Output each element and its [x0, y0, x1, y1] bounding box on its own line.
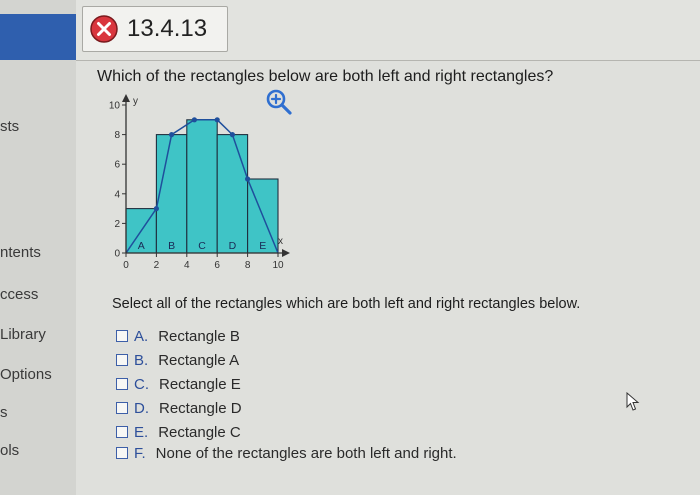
question-id: 13.4.13: [127, 15, 208, 42]
option-label: None of the rectangles are both left and…: [155, 444, 457, 462]
y-tick-label: 2: [114, 219, 120, 230]
sidebar: sts ntents ccess Library Options s ols: [0, 0, 76, 495]
x-tick-label: 0: [123, 260, 129, 271]
option-label: Rectangle A: [158, 351, 240, 369]
y-axis-label: y: [133, 96, 138, 107]
option-label: Rectangle D: [159, 399, 242, 417]
option-letter: C.: [134, 375, 149, 393]
option-d[interactable]: D. Rectangle D: [116, 398, 242, 418]
y-tick-label: 0: [114, 249, 120, 260]
x-tick-label: 2: [154, 260, 160, 271]
rectangle-label: B: [168, 240, 175, 252]
option-letter: A.: [134, 327, 149, 345]
checkbox[interactable]: [116, 330, 128, 342]
sidebar-header-bar: [0, 14, 76, 60]
mouse-cursor-icon: [626, 392, 640, 411]
x-tick-label: 10: [272, 260, 284, 271]
x-axis-label: x: [278, 236, 283, 247]
rectangle-label: D: [229, 240, 237, 252]
curve-point: [245, 176, 251, 182]
option-label: Rectangle B: [158, 327, 240, 345]
y-tick-label: 8: [114, 130, 120, 141]
y-tick-label: 10: [109, 101, 121, 112]
curve-point: [191, 117, 197, 123]
option-f[interactable]: F. None of the rectangles are both left …: [116, 443, 457, 463]
rectangles-chart: y x 0 2 4 6 8 10 0 2 4 6 8 10 A B C D E: [109, 94, 290, 271]
incorrect-icon: [90, 15, 118, 43]
sidebar-item[interactable]: sts: [0, 118, 19, 135]
rectangle-label: A: [138, 240, 145, 252]
rectangle-d: [216, 134, 249, 254]
checkbox[interactable]: [116, 354, 128, 366]
option-letter: D.: [134, 399, 149, 417]
x-tick-label: 8: [245, 260, 251, 271]
option-letter: E.: [134, 423, 149, 441]
sidebar-item[interactable]: ccess: [0, 286, 38, 303]
sidebar-item[interactable]: ols: [0, 442, 19, 459]
rectangle-label: C: [198, 240, 206, 252]
option-a[interactable]: A. Rectangle B: [116, 326, 240, 346]
question-id-box: 13.4.13: [82, 6, 228, 52]
y-tick-label: 4: [114, 189, 120, 200]
select-prompt: Select all of the rectangles which are b…: [112, 296, 581, 312]
rectangle-b: [155, 134, 188, 254]
x-tick-label: 6: [214, 260, 220, 271]
curve-point: [229, 132, 235, 138]
option-e[interactable]: E. Rectangle C: [116, 422, 241, 442]
x-axis-arrow: [282, 249, 290, 257]
question-text: Which of the rectangles below are both l…: [97, 68, 554, 85]
sidebar-item[interactable]: Options: [0, 366, 52, 383]
option-c[interactable]: C. Rectangle E: [116, 374, 241, 394]
curve-point: [153, 206, 159, 212]
checkbox[interactable]: [116, 426, 128, 438]
y-tick-label: 6: [114, 160, 120, 171]
sidebar-item[interactable]: s: [0, 404, 8, 421]
option-letter: B.: [134, 351, 149, 369]
checkbox[interactable]: [116, 447, 128, 459]
option-letter: F.: [134, 444, 146, 462]
checkbox[interactable]: [116, 378, 128, 390]
checkbox[interactable]: [116, 402, 128, 414]
option-label: Rectangle E: [159, 375, 241, 393]
option-label: Rectangle C: [158, 423, 241, 441]
option-b[interactable]: B. Rectangle A: [116, 350, 239, 370]
curve-point: [214, 117, 220, 123]
rectangle-c: [186, 119, 218, 254]
curve-point: [169, 132, 175, 138]
y-axis-arrow: [122, 94, 130, 102]
sidebar-item[interactable]: ntents: [0, 244, 41, 261]
x-tick-label: 4: [184, 260, 190, 271]
rectangle-label: E: [259, 240, 266, 252]
sidebar-item[interactable]: Library: [0, 326, 46, 343]
